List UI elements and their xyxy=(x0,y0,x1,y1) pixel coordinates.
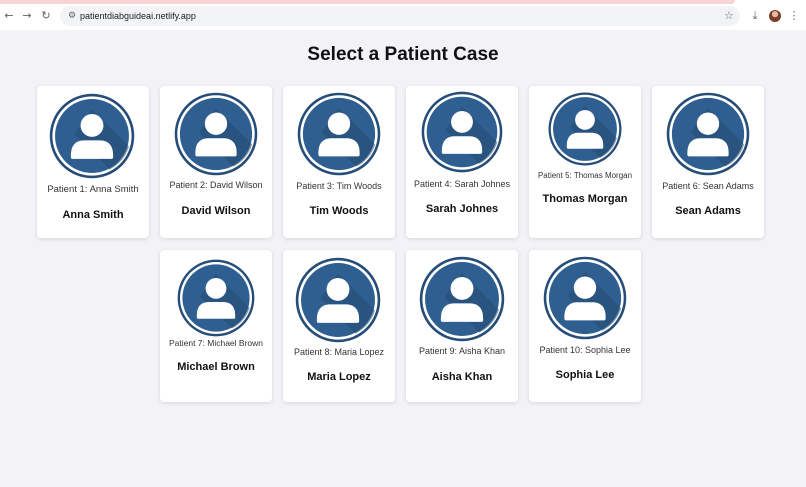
tab-strip xyxy=(0,0,735,4)
patient-case-label: Patient 10: Sophia Lee xyxy=(539,345,631,355)
patient-case-label: Patient 7: Michael Brown xyxy=(168,338,264,348)
patient-card[interactable]: Patient 8: Maria Lopez Maria Lopez xyxy=(283,250,395,402)
patient-card[interactable]: Patient 1: Anna Smith Anna Smith xyxy=(37,86,149,238)
patient-case-label: Patient 4: Sarah Johnes xyxy=(413,179,511,189)
patient-name: David Wilson xyxy=(181,205,251,217)
patient-case-label: Patient 6: Sean Adams xyxy=(662,181,754,191)
address-bar[interactable]: ⚙ patientdiabguideai.netlify.app ☆ xyxy=(60,6,740,26)
patient-case-label: Patient 9: Aisha Khan xyxy=(418,346,506,356)
page-title: Select a Patient Case xyxy=(307,44,499,65)
reload-icon[interactable]: ↻ xyxy=(40,10,52,22)
patient-card[interactable]: Patient 7: Michael Brown Michael Brown xyxy=(160,250,272,402)
user-avatar-icon xyxy=(418,255,506,348)
user-avatar-icon xyxy=(176,258,256,343)
site-settings-icon[interactable]: ⚙ xyxy=(66,10,78,22)
user-avatar-icon xyxy=(665,91,751,182)
patient-card[interactable]: Patient 5: Thomas Morgan Thomas Morgan xyxy=(529,86,641,238)
download-icon[interactable]: ⤓ xyxy=(749,9,761,23)
patient-name: Anna Smith xyxy=(62,209,124,221)
patient-card[interactable]: Patient 9: Aisha Khan Aisha Khan xyxy=(406,250,518,402)
patient-case-label: Patient 5: Thomas Morgan xyxy=(537,171,633,180)
star-icon[interactable]: ☆ xyxy=(724,9,736,23)
patient-case-label: Patient 2: David Wilson xyxy=(169,180,263,190)
patient-card[interactable]: Patient 6: Sean Adams Sean Adams xyxy=(652,86,764,238)
back-icon[interactable]: ← xyxy=(3,10,15,22)
patient-name: Aisha Khan xyxy=(431,371,493,383)
patient-name: Maria Lopez xyxy=(307,371,371,383)
user-avatar-icon xyxy=(547,91,623,172)
patient-card[interactable]: Patient 4: Sarah Johnes Sarah Johnes xyxy=(406,86,518,238)
patient-name: Sarah Johnes xyxy=(425,203,499,215)
user-avatar-icon xyxy=(542,255,628,346)
profile-avatar[interactable] xyxy=(769,10,781,22)
patient-card[interactable]: Patient 3: Tim Woods Tim Woods xyxy=(283,86,395,238)
user-avatar-icon xyxy=(48,92,136,185)
patient-case-label: Patient 8: Maria Lopez xyxy=(293,347,385,357)
patient-card[interactable]: Patient 10: Sophia Lee Sophia Lee xyxy=(529,250,641,402)
patient-name: Sean Adams xyxy=(675,205,741,217)
user-avatar-icon xyxy=(294,256,382,349)
browser-toolbar: ← → ↻ ⚙ patientdiabguideai.netlify.app ☆… xyxy=(0,0,806,30)
patient-case-label: Patient 3: Tim Woods xyxy=(296,181,382,191)
forward-icon[interactable]: → xyxy=(21,10,33,22)
patient-card[interactable]: Patient 2: David Wilson David Wilson xyxy=(160,86,272,238)
patient-name: Michael Brown xyxy=(177,361,255,373)
patient-name: Thomas Morgan xyxy=(542,193,628,205)
kebab-menu-icon[interactable]: ⋮ xyxy=(788,9,800,23)
user-avatar-icon xyxy=(420,90,504,179)
user-avatar-icon xyxy=(296,91,382,182)
user-avatar-icon xyxy=(173,91,259,182)
patient-case-label: Patient 1: Anna Smith xyxy=(47,184,139,195)
url-text[interactable]: patientdiabguideai.netlify.app xyxy=(80,10,196,22)
patient-name: Sophia Lee xyxy=(555,369,615,381)
patient-name: Tim Woods xyxy=(309,205,369,217)
